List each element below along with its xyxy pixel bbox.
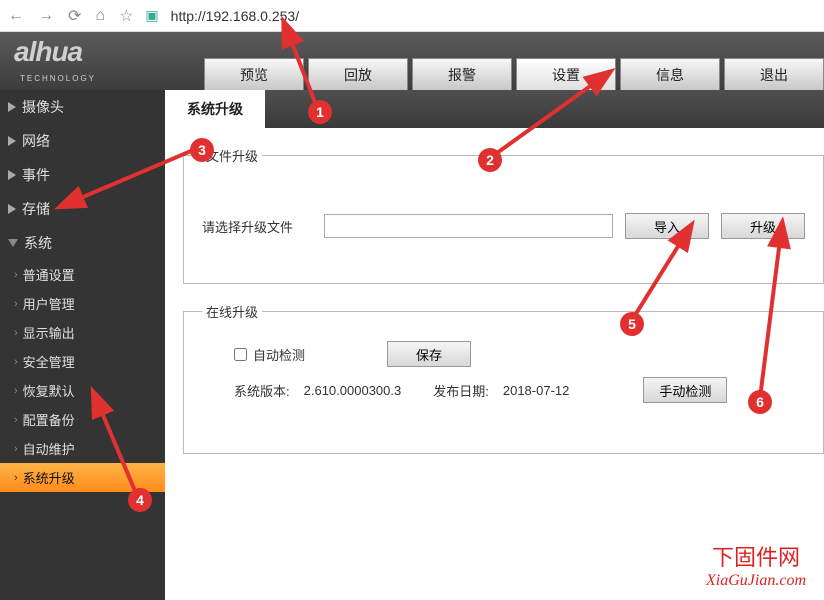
sidebar-sub-default[interactable]: › 恢复默认 bbox=[0, 376, 165, 405]
main-area: 摄像头 网络 事件 存储 系统 ›普通设置 ›用户管理 ›显示输出 ›安全管理 … bbox=[0, 90, 824, 600]
sidebar-cat-label: 事件 bbox=[22, 165, 50, 185]
sidebar-sub-label: 用户管理 bbox=[23, 294, 75, 313]
sidebar-sub-label: 系统升级 bbox=[23, 468, 75, 487]
import-button[interactable]: 导入 bbox=[625, 213, 709, 239]
chevron-icon: › bbox=[14, 385, 18, 397]
back-icon[interactable]: ← bbox=[8, 7, 24, 25]
fieldset-file-upgrade: 文件升级 请选择升级文件 导入 升级 bbox=[183, 146, 824, 284]
tab-settings[interactable]: 设置 bbox=[516, 58, 616, 90]
chevron-icon: › bbox=[14, 414, 18, 426]
date-label: 发布日期: bbox=[433, 381, 489, 400]
sidebar-cat-system[interactable]: 系统 bbox=[0, 226, 165, 260]
sidebar-sub-general[interactable]: › 普通设置 bbox=[0, 260, 165, 289]
upgrade-button[interactable]: 升级 bbox=[721, 213, 805, 239]
logo-sub: TECHNOLOGY bbox=[20, 74, 96, 83]
sidebar-cat-label: 网络 bbox=[22, 131, 50, 151]
chevron-icon: › bbox=[14, 269, 18, 281]
sidebar-cat-camera[interactable]: 摄像头 bbox=[0, 90, 165, 124]
watermark: 下固件网 XiaGuJian.com bbox=[706, 540, 806, 590]
date-value: 2018-07-12 bbox=[503, 383, 570, 398]
browser-nav-icons: ← → ⟳ ⌂ ☆ bbox=[8, 6, 133, 26]
browser-toolbar: ← → ⟳ ⌂ ☆ ▣ http://192.168.0.253/ bbox=[0, 0, 824, 32]
annotation-6: 6 bbox=[748, 390, 772, 414]
version-row: 系统版本: 2.610.0000300.3 发布日期: 2018-07-12 手… bbox=[234, 377, 805, 403]
home-icon[interactable]: ⌂ bbox=[95, 7, 105, 25]
chevron-icon: › bbox=[14, 472, 18, 484]
tab-preview[interactable]: 预览 bbox=[204, 58, 304, 90]
sidebar-cat-network[interactable]: 网络 bbox=[0, 124, 165, 158]
triangle-icon bbox=[8, 204, 16, 214]
manual-check-button[interactable]: 手动检测 bbox=[643, 377, 727, 403]
fieldset-online-upgrade: 在线升级 自动检测 保存 系统版本: 2.610.0000300.3 发布日期:… bbox=[183, 302, 824, 454]
reload-icon[interactable]: ⟳ bbox=[68, 6, 81, 26]
triangle-icon bbox=[8, 136, 16, 146]
save-button[interactable]: 保存 bbox=[387, 341, 471, 367]
auto-check-label: 自动检测 bbox=[253, 345, 305, 364]
auto-check-row: 自动检测 保存 bbox=[234, 341, 805, 367]
sidebar-sub-backup[interactable]: › 配置备份 bbox=[0, 405, 165, 434]
version-value: 2.610.0000300.3 bbox=[304, 383, 402, 398]
annotation-1: 1 bbox=[308, 100, 332, 124]
sidebar-sub-label: 恢复默认 bbox=[23, 381, 75, 400]
tab-logout[interactable]: 退出 bbox=[724, 58, 824, 90]
logo: alhua TECHNOLOGY bbox=[14, 36, 96, 86]
sidebar-sub-label: 配置备份 bbox=[23, 410, 75, 429]
chevron-icon: › bbox=[14, 356, 18, 368]
annotation-4: 4 bbox=[128, 488, 152, 512]
annotation-5: 5 bbox=[620, 312, 644, 336]
version-label: 系统版本: bbox=[234, 381, 290, 400]
sidebar-cat-label: 存储 bbox=[22, 199, 50, 219]
watermark-url: XiaGuJian.com bbox=[706, 572, 806, 590]
legend-online: 在线升级 bbox=[202, 302, 262, 321]
url-text[interactable]: http://192.168.0.253/ bbox=[171, 8, 299, 24]
annotation-2: 2 bbox=[478, 148, 502, 172]
forward-icon[interactable]: → bbox=[38, 7, 54, 25]
section-title: 系统升级 bbox=[165, 90, 265, 128]
sidebar-cat-label: 系统 bbox=[24, 233, 52, 253]
sidebar-sub-label: 显示输出 bbox=[23, 323, 75, 342]
sidebar-sub-label: 自动维护 bbox=[23, 439, 75, 458]
app-header: alhua TECHNOLOGY 预览 回放 报警 设置 信息 退出 bbox=[0, 32, 824, 90]
sidebar-sub-label: 安全管理 bbox=[23, 352, 75, 371]
triangle-icon bbox=[8, 102, 16, 112]
tab-playback[interactable]: 回放 bbox=[308, 58, 408, 90]
star-icon[interactable]: ☆ bbox=[119, 6, 133, 26]
tab-info[interactable]: 信息 bbox=[620, 58, 720, 90]
sidebar-sub-label: 普通设置 bbox=[23, 265, 75, 284]
sidebar: 摄像头 网络 事件 存储 系统 ›普通设置 ›用户管理 ›显示输出 ›安全管理 … bbox=[0, 90, 165, 600]
sidebar-cat-storage[interactable]: 存储 bbox=[0, 192, 165, 226]
triangle-down-icon bbox=[8, 239, 18, 247]
chevron-icon: › bbox=[14, 443, 18, 455]
main-tabs: 预览 回放 报警 设置 信息 退出 bbox=[204, 58, 824, 90]
file-path-input[interactable] bbox=[324, 214, 613, 238]
annotation-3: 3 bbox=[190, 138, 214, 162]
file-select-label: 请选择升级文件 bbox=[202, 217, 312, 236]
section-body: 文件升级 请选择升级文件 导入 升级 在线升级 自动检测 保存 bbox=[165, 128, 824, 472]
sidebar-cat-event[interactable]: 事件 bbox=[0, 158, 165, 192]
sidebar-sub-user[interactable]: › 用户管理 bbox=[0, 289, 165, 318]
triangle-icon bbox=[8, 170, 16, 180]
logo-brand: alhua bbox=[14, 36, 82, 67]
sidebar-sub-display[interactable]: › 显示输出 bbox=[0, 318, 165, 347]
section-header: 系统升级 bbox=[165, 90, 824, 128]
watermark-cn: 下固件网 bbox=[706, 540, 806, 572]
sidebar-sub-security[interactable]: › 安全管理 bbox=[0, 347, 165, 376]
sidebar-cat-label: 摄像头 bbox=[22, 97, 64, 117]
shield-icon: ▣ bbox=[145, 7, 158, 24]
chevron-icon: › bbox=[14, 298, 18, 310]
tab-alarm[interactable]: 报警 bbox=[412, 58, 512, 90]
auto-check-checkbox[interactable] bbox=[234, 348, 247, 361]
chevron-icon: › bbox=[14, 327, 18, 339]
file-select-row: 请选择升级文件 导入 升级 bbox=[202, 213, 805, 239]
sidebar-sub-maintain[interactable]: › 自动维护 bbox=[0, 434, 165, 463]
